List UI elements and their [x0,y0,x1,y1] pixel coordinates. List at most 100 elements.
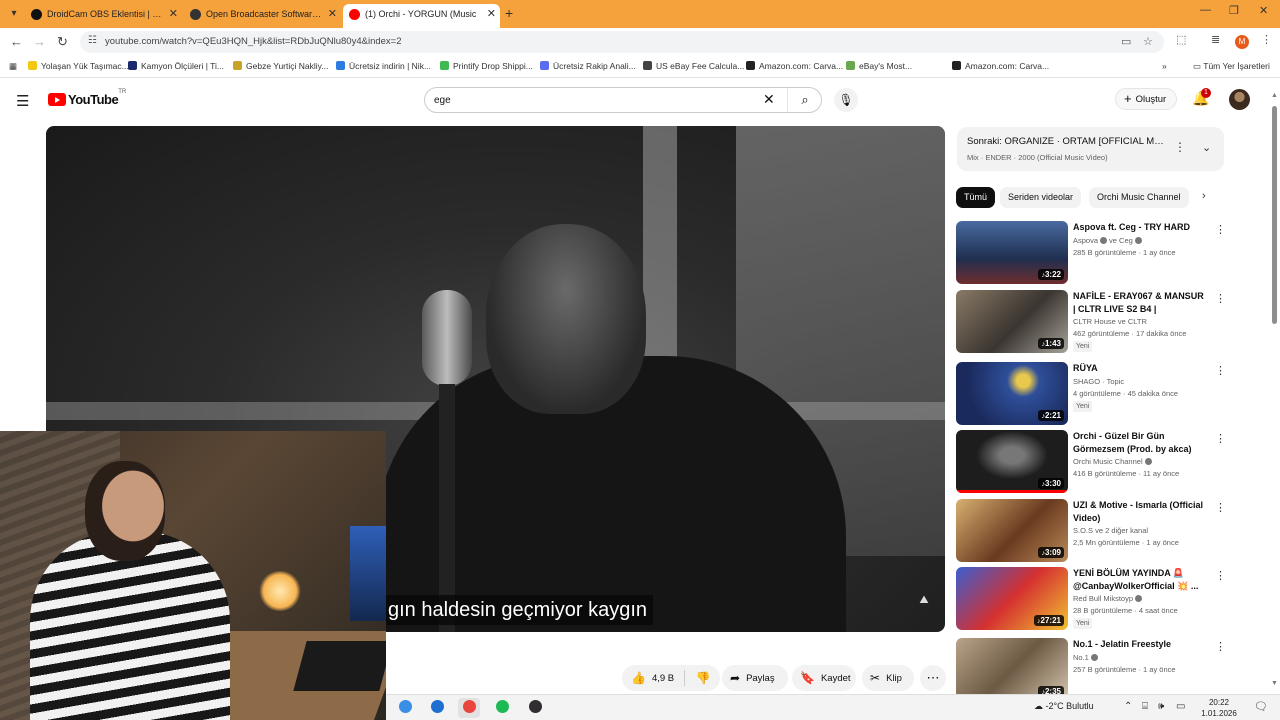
weather-widget[interactable]: ☁ -2°C Bulutlu [1034,701,1094,712]
chevron-down-icon[interactable]: ⌄ [1202,141,1211,154]
tab-close-icon[interactable]: ✕ [487,4,496,24]
menu-icon[interactable]: ☰ [16,92,29,110]
video-options-icon[interactable]: ⋮ [1215,501,1226,514]
video-thumbnail[interactable]: 3:09 [956,499,1068,562]
tab-close-icon[interactable]: ✕ [328,4,337,24]
back-icon[interactable]: ← [10,34,23,49]
new-tab-icon[interactable]: + [505,5,513,21]
notification-center-icon[interactable]: 🗨 [1254,700,1268,713]
video-options-icon[interactable]: ⋮ [1215,640,1226,653]
minimize-icon[interactable]: — [1200,4,1211,16]
chip-channel[interactable]: Orchi Music Channel [1089,187,1189,208]
edge-app-icon[interactable] [426,698,448,718]
video-thumbnail[interactable]: 27:21 [956,567,1068,630]
bookmark-item[interactable]: Ücretsiz indirin | Nik... [336,61,431,71]
omnibox[interactable]: ☷ youtube.com/watch?v=QEu3HQN_Hjk&list=R… [80,31,1164,53]
search-icon[interactable]: ⌕ [787,88,822,112]
video-options-icon[interactable]: ⋮ [1215,432,1226,445]
bookmark-item[interactable]: Kamyon Ölçüleri | Ti... [128,61,224,71]
recommendation-item[interactable]: 3:09 UZI & Motive - Ismarla (Official Vid… [956,499,1226,563]
bookmark-item[interactable]: Ücretsiz Rakip Anali... [540,61,636,71]
up-next-more-icon[interactable]: ⋮ [1174,140,1186,154]
channel-name[interactable]: SHAGO · Topic [1073,377,1208,386]
profile-avatar[interactable]: M [1235,35,1249,49]
video-title[interactable]: Orchi - Güzel Bir Gün Görmezsem (Prod. b… [1073,430,1205,455]
video-title[interactable]: NAFİLE - ERAY067 & MANSUR | CLTR LIVE S2… [1073,290,1205,315]
tab-search-icon[interactable]: ▾ [6,6,22,22]
video-title[interactable]: Aspova ft. Ceg - TRY HARD [1073,221,1205,234]
chip-all[interactable]: Tümü [956,187,996,208]
cast-icon[interactable]: ▭ [1121,35,1131,48]
channel-name[interactable]: No.1 [1073,653,1208,662]
scroll-up-icon[interactable]: ▲ [1271,92,1278,99]
all-bookmarks[interactable]: ▭ Tüm Yer İşaretleri [1193,61,1270,72]
like-button[interactable]: 👍 4,9 B [622,665,684,691]
restore-icon[interactable]: ❐ [1229,4,1239,17]
bookmark-item[interactable]: eBay's Most... [846,61,912,71]
video-title[interactable]: RÜYA [1073,362,1205,375]
video-options-icon[interactable]: ⋮ [1215,364,1226,377]
chrome-app-icon[interactable] [458,698,480,718]
save-button[interactable]: 🔖 Kaydet [792,665,856,691]
channel-name[interactable]: Aspova ve Ceg [1073,236,1208,245]
video-thumbnail[interactable]: 3:22 [956,221,1068,284]
voice-search-icon[interactable]: 🎙 [834,88,858,112]
video-thumbnail[interactable]: 1:43 [956,290,1068,353]
scroll-down-icon[interactable]: ▼ [1271,680,1278,687]
recommendation-item[interactable]: 1:43 NAFİLE - ERAY067 & MANSUR | CLTR LIV… [956,290,1226,354]
close-window-icon[interactable]: ✕ [1259,4,1268,17]
recommendation-item[interactable]: 2:21 RÜYA SHAGO · Topic 4 görüntüleme · 45 … [956,362,1226,426]
bookmarks-overflow-icon[interactable]: » [1162,61,1167,71]
apps-grid-icon[interactable]: ▦ [9,61,17,72]
video-options-icon[interactable]: ⋮ [1215,569,1226,582]
browser-menu-icon[interactable]: ⋮ [1261,33,1272,46]
share-button[interactable]: ➦ Paylaş [722,665,788,691]
bookmark-item[interactable]: Amazon.com: Carva... [952,61,1049,71]
recommendation-item[interactable]: 3:30 Orchi - Güzel Bir Gün Görmezsem (Pro… [956,430,1226,494]
video-title[interactable]: UZI & Motive - Ismarla (Official Video) [1073,499,1205,524]
battery-icon[interactable]: ▭ [1176,701,1185,712]
browser-tab-0[interactable]: DroidCam OBS Eklentisi | Dev4 ✕ [25,4,182,28]
bookmark-item[interactable]: Yolaşan Yük Taşımac... [28,61,129,71]
clip-button[interactable]: ✂ Klip [862,665,914,691]
obs-app-icon[interactable] [524,698,546,718]
video-title[interactable]: YENİ BÖLÜM YAYINDA 🚨 @CanbayWolkerOffici… [1073,567,1205,592]
browser-tab-1[interactable]: Open Broadcaster Software | Ol ✕ [184,4,341,28]
page-scrollbar[interactable]: ▲ ▼ [1271,92,1278,692]
video-thumbnail[interactable]: 2:21 [956,362,1068,425]
video-thumbnail[interactable]: 2:35 [956,638,1068,701]
network-icon[interactable]: ⌸ [1142,701,1148,712]
bookmark-item[interactable]: Amazon.com: Carva... [746,61,843,71]
clear-search-icon[interactable]: ✕ [763,91,775,108]
tray-overflow-icon[interactable]: ⌃ [1124,701,1132,712]
bookmark-item[interactable]: US eBay Fee Calcula... [643,61,744,71]
dislike-button[interactable]: 👎 [688,665,718,691]
create-button[interactable]: + Oluştur [1115,88,1178,110]
volume-icon[interactable]: 🕪 [1158,701,1164,712]
channel-name[interactable]: Red Bull Mikstoyp [1073,594,1208,603]
video-thumbnail[interactable]: 3:30 [956,430,1068,493]
youtube-logo[interactable]: YouTubeTR [48,89,126,109]
more-actions-icon[interactable]: ⋯ [920,665,946,691]
spotify-app-icon[interactable] [491,698,513,718]
account-avatar[interactable] [1229,89,1250,110]
video-options-icon[interactable]: ⋮ [1215,292,1226,305]
notifications-bell-icon[interactable]: 🔔 1 [1192,88,1211,107]
site-info-icon[interactable]: ☷ [88,35,97,46]
channel-name[interactable]: S.O.S ve 2 diğer kanal [1073,526,1208,535]
tab-close-icon[interactable]: ✕ [169,4,178,24]
channel-name[interactable]: Orchi Music Channel [1073,457,1208,466]
channel-watermark-icon[interactable]: ⛰ [914,594,934,612]
recommendation-item[interactable]: 27:21 YENİ BÖLÜM YAYINDA 🚨 @CanbayWolkerO… [956,567,1226,631]
recommendation-item[interactable]: 2:35 No.1 - Jelatin Freestyle No.1 257 B gö… [956,638,1226,702]
bookmark-item[interactable]: Printify Drop Shippi... [440,61,533,71]
explorer-app-icon[interactable] [394,698,416,718]
forward-icon[interactable]: → [33,34,46,49]
browser-tab-2[interactable]: (1) Orchi - YORGUN (Music ✕ [343,4,500,28]
taskbar-clock[interactable]: 20:22 1.01.2026 [1194,697,1244,719]
chip-series[interactable]: Seriden videolar [1000,187,1082,208]
reload-icon[interactable]: ↻ [57,34,68,50]
recommendation-item[interactable]: 3:22 Aspova ft. Ceg - TRY HARD Aspovave Ce… [956,221,1226,285]
extensions-icon[interactable]: ⬚ [1176,33,1186,46]
scrollbar-thumb[interactable] [1272,106,1277,324]
